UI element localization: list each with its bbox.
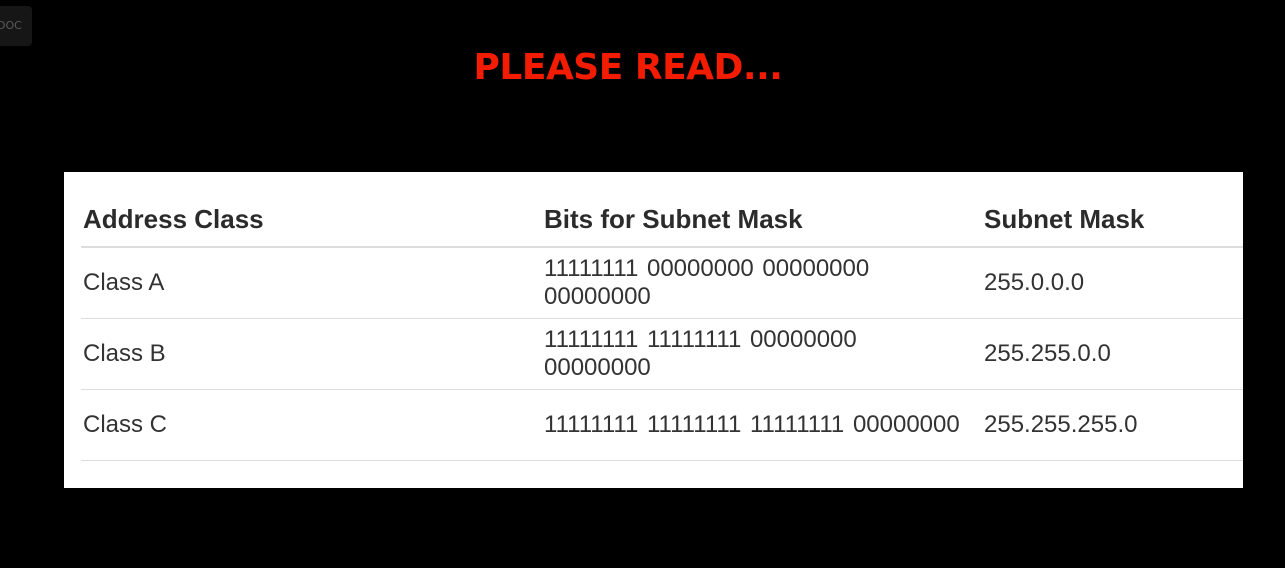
table-row: Class B 11111111 11111111 00000000 00000… [81, 318, 1243, 390]
column-header-subnet-mask: Subnet Mask [982, 192, 1243, 248]
cell-bits-for-subnet-mask: 11111111 11111111 11111111 00000000 [542, 389, 982, 461]
cell-subnet-mask: 255.255.0.0 [982, 318, 1243, 390]
column-header-address-class: Address Class [81, 192, 542, 248]
corner-badge-label: DOC [0, 19, 22, 32]
cell-bits-for-subnet-mask: 11111111 11111111 00000000 00000000 [542, 318, 982, 390]
cell-address-class: Class B [81, 318, 542, 390]
corner-badge[interactable]: DOC [0, 6, 32, 46]
subnet-mask-table: Address Class Bits for Subnet Mask Subne… [81, 192, 1243, 461]
subnet-mask-table-panel: Address Class Bits for Subnet Mask Subne… [64, 172, 1243, 488]
table-row: Class C 11111111 11111111 11111111 00000… [81, 389, 1243, 461]
cell-address-class: Class C [81, 389, 542, 461]
cell-subnet-mask: 255.0.0.0 [982, 247, 1243, 319]
cell-bits-for-subnet-mask: 11111111 00000000 00000000 00000000 [542, 247, 982, 319]
cell-address-class: Class A [81, 247, 542, 319]
column-header-bits-for-subnet-mask: Bits for Subnet Mask [542, 192, 982, 248]
cell-subnet-mask: 255.255.255.0 [982, 389, 1243, 461]
table-row: Class A 11111111 00000000 00000000 00000… [81, 247, 1243, 319]
page-headline: PLEASE READ... [473, 47, 783, 88]
table-header-row: Address Class Bits for Subnet Mask Subne… [81, 192, 1243, 248]
